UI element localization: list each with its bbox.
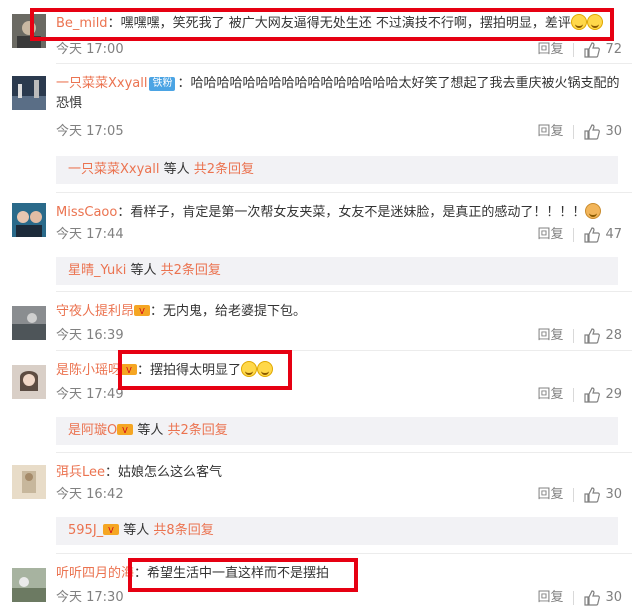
- avatar[interactable]: [12, 203, 46, 237]
- divider: [573, 125, 575, 139]
- comment-time: 今天 16:39: [56, 328, 124, 343]
- divider: [573, 388, 575, 402]
- reply-username[interactable]: 是阿璇O: [68, 423, 117, 438]
- avatar[interactable]: [12, 76, 46, 110]
- view-replies-link[interactable]: 共2条回复: [161, 263, 221, 278]
- comment-actions: 回复 47: [537, 226, 622, 244]
- comment-text: 一只菜菜Xxyall 铁粉 ：哈哈哈哈哈哈哈哈哈哈哈哈哈哈哈哈太好笑了想起了我去重庆…: [56, 74, 630, 114]
- comment-body: ：姑娘怎么这么客气: [105, 465, 223, 480]
- comment-time: 今天 16:42: [56, 487, 124, 502]
- replies-summary[interactable]: 是阿璇O V 等人 共2条回复: [56, 417, 618, 445]
- like-count: 72: [605, 42, 622, 57]
- comment-time: 今天 17:49: [56, 387, 124, 402]
- reply-middle: 等人: [119, 523, 154, 538]
- like-count: 30: [605, 590, 622, 605]
- avatar[interactable]: [12, 465, 46, 499]
- reply-middle: 等人: [159, 162, 194, 177]
- vip-crown-icon: V: [117, 424, 134, 435]
- divider: [573, 591, 575, 605]
- divider: [573, 228, 575, 242]
- avatar[interactable]: [12, 568, 46, 602]
- replies-summary[interactable]: 一只菜菜Xxyall 等人 共2条回复: [56, 156, 618, 184]
- comment-item: MissCaoo：看样子，肯定是第一次帮女友夹菜，女友不是迷妹脸，是真正的感动了…: [0, 193, 640, 291]
- comment-text: MissCaoo：看样子，肯定是第一次帮女友夹菜，女友不是迷妹脸，是真正的感动了…: [56, 203, 630, 223]
- avatar[interactable]: [12, 306, 46, 340]
- thumbs-up-icon[interactable]: [584, 387, 601, 403]
- reply-middle: 等人: [133, 423, 168, 438]
- thumbs-up-icon[interactable]: [584, 42, 601, 58]
- reply-middle: 等人: [126, 263, 161, 278]
- comment-username[interactable]: 一只菜菜Xxyall: [56, 76, 147, 91]
- avatar[interactable]: [12, 365, 46, 399]
- vip-crown-icon: V: [134, 305, 151, 316]
- like-count: 28: [605, 328, 622, 343]
- reply-button[interactable]: 回复: [537, 589, 563, 607]
- divider: [573, 488, 575, 502]
- comment-body: ：无内鬼，给老婆提下包。: [150, 304, 307, 319]
- like-count: 29: [605, 387, 622, 402]
- divider: [573, 43, 575, 57]
- comment-text: 弭兵Lee：姑娘怎么这么客气: [56, 463, 630, 483]
- comment-item: 守夜人提利昂 V ：无内鬼，给老婆提下包。 今天 16:39 回复 28: [0, 292, 640, 346]
- reply-username[interactable]: 595J_: [68, 523, 103, 538]
- reply-button[interactable]: 回复: [537, 386, 563, 404]
- comment-username[interactable]: 弭兵Lee: [56, 465, 105, 480]
- fan-badge: 铁粉: [149, 77, 176, 91]
- reply-button[interactable]: 回复: [537, 41, 563, 59]
- comment-username[interactable]: 是陈小瑶呀: [56, 363, 121, 378]
- vip-crown-icon: V: [103, 524, 120, 535]
- thumbs-up-icon[interactable]: [584, 590, 601, 606]
- svg-text:V: V: [139, 307, 145, 316]
- comment-username[interactable]: 守夜人提利昂: [56, 304, 134, 319]
- reply-button[interactable]: 回复: [537, 486, 563, 504]
- replies-summary[interactable]: 星晴_Yuki 等人 共2条回复: [56, 257, 618, 285]
- like-count: 30: [605, 487, 622, 502]
- view-replies-link[interactable]: 共2条回复: [194, 162, 254, 177]
- comment-actions: 回复 30: [537, 486, 622, 504]
- highlight-box: [118, 350, 292, 390]
- reply-button[interactable]: 回复: [537, 327, 563, 345]
- reply-username[interactable]: 一只菜菜Xxyall: [68, 162, 159, 177]
- comment-actions: 回复 72: [537, 41, 622, 59]
- highlight-box: [128, 558, 358, 592]
- cat-emoji-icon: [585, 203, 602, 219]
- reply-username[interactable]: 星晴_Yuki: [68, 263, 126, 278]
- comment-time: 今天 17:44: [56, 227, 124, 242]
- view-replies-link[interactable]: 共8条回复: [153, 523, 213, 538]
- comment-item: 弭兵Lee：姑娘怎么这么客气 今天 16:42 回复 30 595J_ V 等人 …: [0, 453, 640, 551]
- thumbs-up-icon[interactable]: [584, 328, 601, 344]
- like-count: 30: [605, 124, 622, 139]
- comment-time: 今天 17:05: [56, 124, 124, 139]
- comment-time: 今天 17:30: [56, 590, 124, 605]
- thumbs-up-icon[interactable]: [584, 124, 601, 140]
- svg-text:V: V: [122, 426, 128, 435]
- comment-username[interactable]: MissCaoo: [56, 205, 117, 220]
- like-count: 47: [605, 227, 622, 242]
- comment-actions: 回复 29: [537, 386, 622, 404]
- comment-actions: 回复 28: [537, 327, 622, 345]
- comment-item: 是陈小瑶呀 V ：摆拍得太明显了 今天 17:49 回复 29 是阿璇O V 等人 共…: [0, 351, 640, 451]
- comment-username[interactable]: 听听四月的海: [56, 566, 134, 581]
- comment-time: 今天 17:00: [56, 42, 124, 57]
- view-replies-link[interactable]: 共2条回复: [168, 423, 228, 438]
- comment-text: 守夜人提利昂 V ：无内鬼，给老婆提下包。: [56, 302, 630, 322]
- divider: [573, 329, 575, 343]
- comment-body: ：看样子，肯定是第一次帮女友夹菜，女友不是迷妹脸，是真正的感动了！！！！: [117, 205, 586, 220]
- thumbs-up-icon[interactable]: [584, 487, 601, 503]
- comment-actions: 回复 30: [537, 589, 622, 607]
- comment-actions: 回复 30: [537, 123, 622, 141]
- reply-button[interactable]: 回复: [537, 226, 563, 244]
- highlight-box: [30, 8, 614, 41]
- replies-summary[interactable]: 595J_ V 等人 共8条回复: [56, 517, 618, 545]
- comment-item: 一只菜菜Xxyall 铁粉 ：哈哈哈哈哈哈哈哈哈哈哈哈哈哈哈哈太好笑了想起了我去重庆…: [0, 64, 640, 192]
- thumbs-up-icon[interactable]: [584, 227, 601, 243]
- svg-text:V: V: [108, 526, 114, 535]
- reply-button[interactable]: 回复: [537, 123, 563, 141]
